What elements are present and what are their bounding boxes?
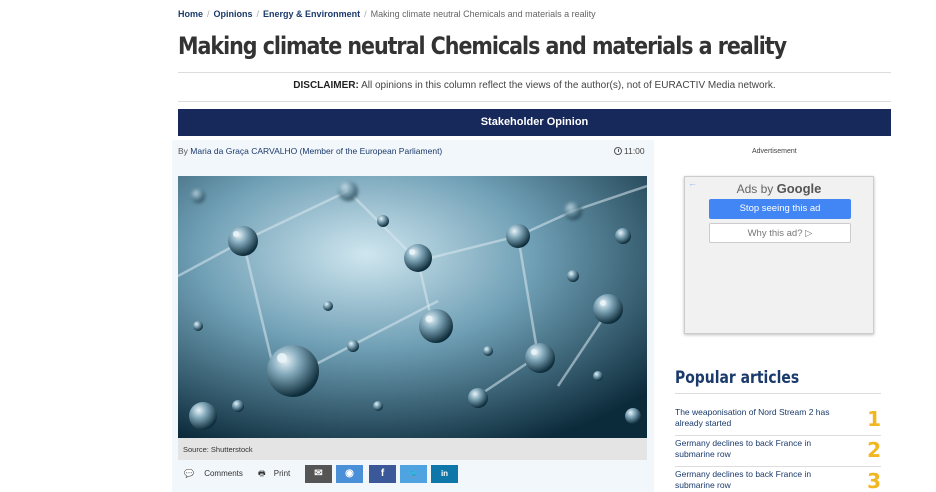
print-label: Print [273, 469, 291, 478]
google-logo: Google [776, 181, 822, 196]
disclaimer: DISCLAIMER: All opinions in this column … [178, 80, 891, 91]
messenger-share-button[interactable]: ◉ [336, 465, 363, 483]
messenger-icon: ◉ [345, 468, 354, 479]
stop-seeing-ad-button[interactable]: Stop seeing this ad [709, 199, 851, 219]
why-this-ad-button[interactable]: Why this ad? ▷ [709, 223, 851, 243]
category-bar[interactable]: Stakeholder Opinion [178, 109, 891, 136]
breadcrumb-current: Making climate neutral Chemicals and mat… [370, 9, 596, 19]
popular-article-link[interactable]: Germany declines to back France in subma… [675, 469, 835, 491]
byline: By Maria da Graça CARVALHO (Member of th… [178, 146, 442, 156]
breadcrumb-opinions[interactable]: Opinions [214, 9, 253, 19]
twitter-icon: 🐦 [408, 469, 419, 478]
comments-button[interactable]: 💬 Comments [184, 465, 243, 483]
image-caption: Source: Shutterstock [178, 438, 647, 460]
list-item: Germany declines to back France in subma… [675, 438, 881, 466]
page-title: Making climate neutral Chemicals and mat… [178, 32, 787, 60]
ad-box: ← Ads by Google Stop seeing this ad Why … [684, 176, 874, 334]
clock-icon [614, 147, 622, 155]
rank-number: 2 [867, 438, 881, 462]
list-divider [675, 466, 881, 467]
popular-articles-heading: Popular articles [675, 368, 800, 388]
ads-by-google: Ads by Google [685, 181, 873, 196]
list-item: Germany declines to back France in subma… [675, 469, 881, 492]
list-item: The weaponisation of Nord Stream 2 has a… [675, 407, 881, 435]
share-toolbar: 💬 Comments 🖶 Print ✉ ◉ f 🐦 in [178, 465, 658, 483]
author-link[interactable]: Maria da Graça CARVALHO (Member of the E… [190, 146, 442, 156]
rank-number: 1 [867, 407, 881, 431]
disclaimer-label: DISCLAIMER: [293, 80, 359, 91]
print-icon: 🖶 [258, 469, 266, 478]
rank-number: 3 [867, 469, 881, 492]
title-divider [178, 72, 891, 73]
print-button[interactable]: 🖶 Print [258, 465, 290, 483]
timestamp: 11:00 [614, 146, 645, 156]
byline-prefix: By [178, 146, 188, 156]
timestamp-text: 11:00 [624, 146, 645, 156]
linkedin-icon: in [440, 469, 449, 478]
facebook-icon: f [380, 468, 385, 479]
breadcrumb: Home / Opinions / Energy & Environment / Makin… [178, 9, 596, 19]
email-share-button[interactable]: ✉ [305, 465, 332, 483]
comment-icon: 💬 [184, 469, 194, 478]
breadcrumb-section[interactable]: Energy & Environment [263, 9, 360, 19]
hero-image [178, 176, 647, 438]
popular-divider [675, 393, 881, 394]
disclaimer-text: All opinions in this column reflect the … [361, 80, 776, 91]
facebook-share-button[interactable]: f [369, 465, 396, 483]
breadcrumb-home[interactable]: Home [178, 9, 203, 19]
popular-article-link[interactable]: The weaponisation of Nord Stream 2 has a… [675, 407, 835, 429]
envelope-icon: ✉ [314, 468, 323, 479]
twitter-share-button[interactable]: 🐦 [400, 465, 427, 483]
linkedin-share-button[interactable]: in [431, 465, 458, 483]
molecule-illustration [178, 176, 647, 438]
comments-label: Comments [204, 469, 243, 478]
disclaimer-divider [178, 101, 891, 102]
popular-article-link[interactable]: Germany declines to back France in subma… [675, 438, 835, 460]
list-divider [675, 435, 881, 436]
ads-by-label: Ads by [736, 182, 774, 196]
advertisement-label: Advertisement [752, 148, 797, 155]
